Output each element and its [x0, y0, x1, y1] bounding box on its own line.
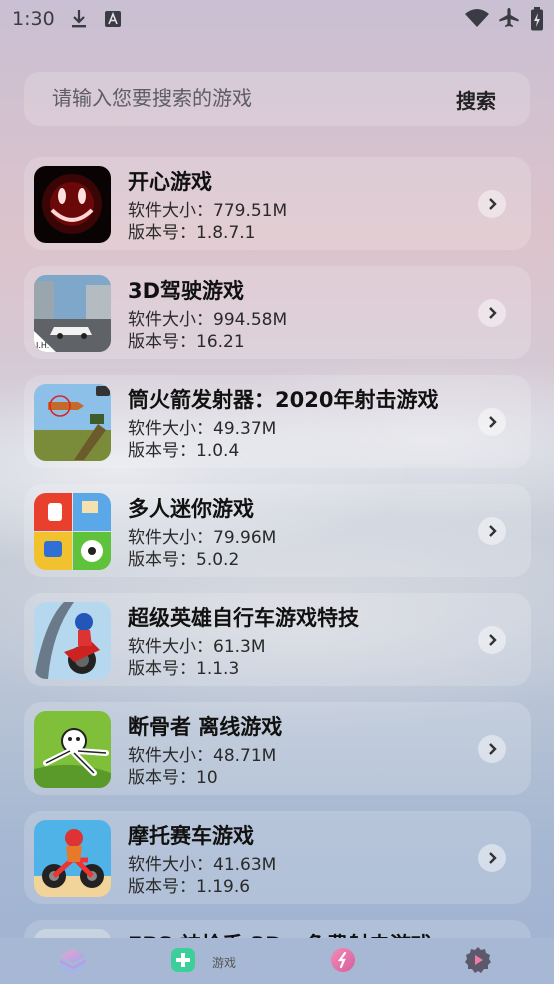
- game-thumbnail: [34, 166, 111, 243]
- airplane-icon: [498, 7, 520, 33]
- chevron-right-icon[interactable]: [478, 517, 506, 545]
- game-card[interactable]: 断骨者 离线游戏 软件大小：48.71M 版本号：10: [24, 702, 531, 795]
- svg-text:J.H.: J.H.: [35, 341, 49, 350]
- app-icon: [330, 947, 356, 977]
- game-card[interactable]: 摩托赛车游戏 软件大小：41.63M 版本号：1.19.6: [24, 811, 531, 904]
- game-version: 版本号：5.0.2: [128, 550, 240, 570]
- nav-item-apps[interactable]: [330, 948, 356, 976]
- game-icon: [170, 947, 196, 977]
- chevron-right-icon[interactable]: [478, 190, 506, 218]
- status-time: 1:30: [12, 8, 55, 30]
- chevron-right-icon[interactable]: [478, 735, 506, 763]
- game-title: 筒火箭发射器：2020年射击游戏: [128, 388, 439, 412]
- battery-charging-icon: [530, 7, 544, 35]
- game-thumbnail: [34, 493, 111, 570]
- game-thumbnail: [34, 602, 111, 679]
- download-icon: [70, 9, 88, 33]
- nav-item-home[interactable]: [58, 948, 88, 976]
- game-version: 版本号：16.21: [128, 332, 245, 352]
- chevron-right-icon[interactable]: [478, 299, 506, 327]
- game-list[interactable]: 开心游戏 软件大小：779.51M 版本号：1.8.7.1 J.H. 3D驾驶游…: [0, 157, 554, 938]
- game-version: 版本号：1.8.7.1: [128, 223, 256, 243]
- game-thumbnail: [34, 711, 111, 788]
- game-version: 版本号：1.1.3: [128, 659, 240, 679]
- bottom-nav: 游戏: [0, 938, 554, 984]
- game-title: 开心游戏: [128, 170, 212, 194]
- game-version: 版本号：1.19.6: [128, 877, 251, 897]
- settings-play-icon: [464, 946, 492, 978]
- game-title: 断骨者 离线游戏: [128, 715, 283, 739]
- game-card[interactable]: 开心游戏 软件大小：779.51M 版本号：1.8.7.1: [24, 157, 531, 250]
- game-version: 版本号：1.0.4: [128, 441, 240, 461]
- nav-item-settings[interactable]: [464, 946, 492, 978]
- game-title: 3D驾驶游戏: [128, 279, 245, 303]
- game-version: 版本号：10: [128, 768, 218, 788]
- font-icon: [104, 9, 122, 33]
- game-thumbnail: [34, 820, 111, 897]
- layers-icon: [58, 946, 88, 978]
- game-card[interactable]: J.H. 3D驾驶游戏 软件大小：994.58M 版本号：16.21: [24, 266, 531, 359]
- chevron-right-icon[interactable]: [478, 626, 506, 654]
- game-card[interactable]: 多人迷你游戏 软件大小：79.96M 版本号：5.0.2: [24, 484, 531, 577]
- nav-label-games: 游戏: [212, 955, 237, 970]
- game-thumbnail: J.H.: [34, 275, 111, 352]
- game-title: FPS 神枪手 3D - 免费射击游戏: [128, 929, 432, 938]
- game-title: 多人迷你游戏: [128, 497, 254, 521]
- game-card[interactable]: FPS 神枪手 3D - 免费射击游戏: [24, 920, 531, 938]
- game-card[interactable]: 筒火箭发射器：2020年射击游戏 软件大小：49.37M 版本号：1.0.4: [24, 375, 531, 468]
- nav-item-games[interactable]: 游戏: [170, 948, 236, 976]
- game-title: 超级英雄自行车游戏特技: [128, 606, 359, 630]
- search-bar: 搜索: [24, 72, 530, 126]
- game-title: 摩托赛车游戏: [128, 824, 254, 848]
- status-bar: 1:30: [0, 0, 554, 40]
- chevron-right-icon[interactable]: [478, 844, 506, 872]
- game-card[interactable]: 超级英雄自行车游戏特技 软件大小：61.3M 版本号：1.1.3: [24, 593, 531, 686]
- chevron-right-icon[interactable]: [478, 408, 506, 436]
- search-button[interactable]: 搜索: [456, 85, 496, 114]
- wifi-icon: [464, 8, 490, 32]
- game-thumbnail: [34, 384, 111, 461]
- search-input[interactable]: [52, 85, 412, 111]
- game-thumbnail: [34, 929, 111, 938]
